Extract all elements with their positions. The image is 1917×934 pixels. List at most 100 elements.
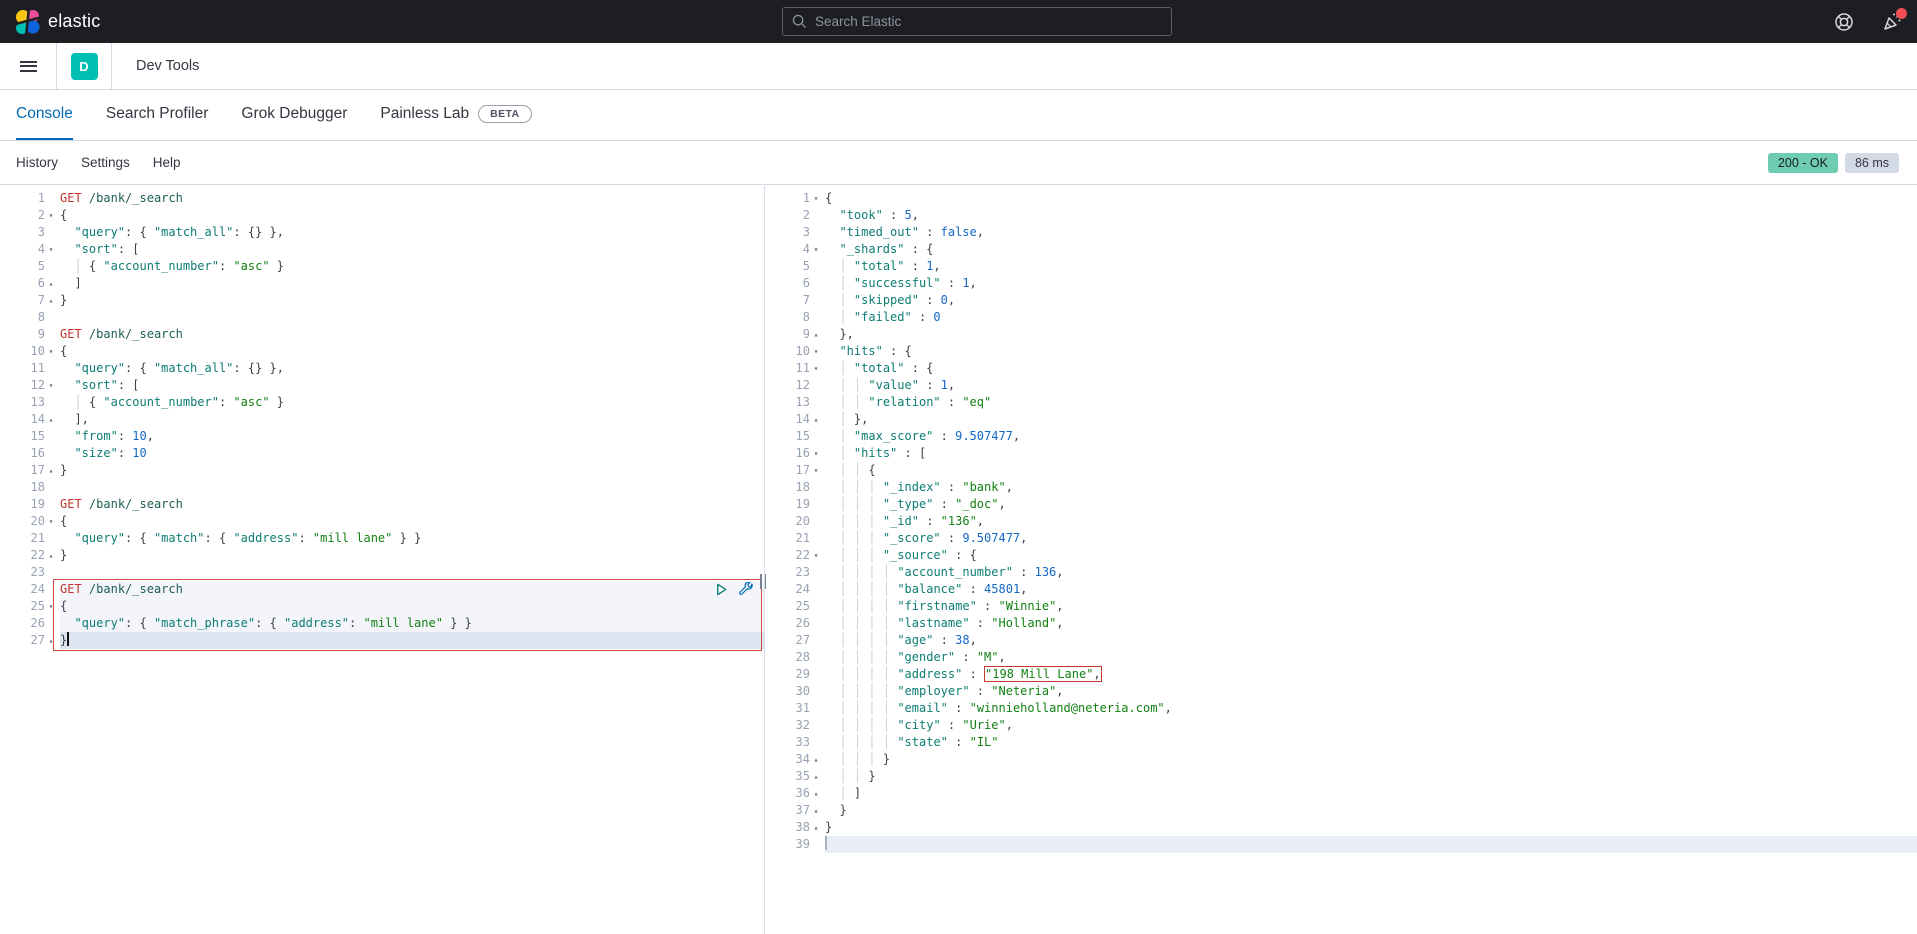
app-badge[interactable]: D	[71, 53, 98, 80]
editor-line[interactable]: 20▾{	[0, 513, 764, 530]
code-line[interactable]: }	[60, 292, 764, 309]
code-line[interactable]: {	[60, 343, 764, 360]
code-line[interactable]: │ "max_score" : 9.507477,	[825, 428, 1917, 445]
editor-line[interactable]: 2 "took" : 5,	[765, 207, 1917, 224]
fold-toggle-icon[interactable]: ▾	[810, 360, 822, 377]
editor-line[interactable]: 37▴ }	[765, 802, 1917, 819]
help-icon[interactable]	[1833, 11, 1855, 33]
editor-line[interactable]: 17▴}	[0, 462, 764, 479]
editor-line[interactable]: 15 │ "max_score" : 9.507477,	[765, 428, 1917, 445]
code-line[interactable]: │ │ │ │ "state" : "IL"	[825, 734, 1917, 751]
code-line[interactable]: │ { "account_number": "asc" }	[60, 394, 764, 411]
code-line[interactable]: }	[60, 547, 764, 564]
editor-line[interactable]: 33 │ │ │ │ "state" : "IL"	[765, 734, 1917, 751]
editor-line[interactable]: 21 "query": { "match": { "address": "mil…	[0, 530, 764, 547]
help-link[interactable]: Help	[153, 155, 181, 170]
code-line[interactable]: }	[825, 819, 1917, 836]
editor-line[interactable]: 8 │ "failed" : 0	[765, 309, 1917, 326]
editor-line[interactable]: 39	[765, 836, 1917, 853]
fold-toggle-icon[interactable]: ▴	[45, 547, 57, 564]
fold-toggle-icon[interactable]: ▾	[45, 377, 57, 394]
history-link[interactable]: History	[16, 155, 58, 170]
code-line[interactable]: │ { "account_number": "asc" }	[60, 258, 764, 275]
editor-line[interactable]: 14▴ │ },	[765, 411, 1917, 428]
wrench-icon[interactable]	[739, 582, 754, 597]
code-line[interactable]: GET /bank/_search	[60, 581, 764, 598]
editor-line[interactable]: 12 │ │ "value" : 1,	[765, 377, 1917, 394]
news-icon[interactable]	[1881, 11, 1903, 33]
code-line[interactable]: │ "failed" : 0	[825, 309, 1917, 326]
editor-line[interactable]: 38▴}	[765, 819, 1917, 836]
menu-icon[interactable]	[0, 43, 57, 89]
editor-line[interactable]: 24 │ │ │ │ "balance" : 45801,	[765, 581, 1917, 598]
elastic-logo[interactable]: elastic	[0, 9, 100, 35]
editor-line[interactable]: 1▾{	[765, 190, 1917, 207]
editor-line[interactable]: 21 │ │ │ "_score" : 9.507477,	[765, 530, 1917, 547]
code-line[interactable]: "hits" : {	[825, 343, 1917, 360]
fold-toggle-icon[interactable]: ▴	[810, 411, 822, 428]
code-line[interactable]: │ "total" : {	[825, 360, 1917, 377]
fold-toggle-icon[interactable]: ▴	[810, 768, 822, 785]
code-line[interactable]: "query": { "match_phrase": { "address": …	[60, 615, 764, 632]
fold-toggle-icon[interactable]: ▾	[810, 462, 822, 479]
code-line[interactable]: │ │ │ │ "email" : "winnieholland@neteria…	[825, 700, 1917, 717]
code-line[interactable]: │ │ │ }	[825, 751, 1917, 768]
code-line[interactable]: │ │ │ │ "address" : "198 Mill Lane",	[825, 666, 1917, 683]
editor-line[interactable]: 17▾ │ │ {	[765, 462, 1917, 479]
code-line[interactable]: │ │ │ "_index" : "bank",	[825, 479, 1917, 496]
fold-toggle-icon[interactable]: ▴	[810, 751, 822, 768]
editor-line[interactable]: 15 "from": 10,	[0, 428, 764, 445]
editor-line[interactable]: 27 │ │ │ │ "age" : 38,	[765, 632, 1917, 649]
editor-line[interactable]: 19 │ │ │ "_type" : "_doc",	[765, 496, 1917, 513]
fold-toggle-icon[interactable]: ▾	[810, 190, 822, 207]
fold-toggle-icon[interactable]: ▾	[45, 241, 57, 258]
editor-line[interactable]: 5 │ { "account_number": "asc" }	[0, 258, 764, 275]
code-line[interactable]: │ │ }	[825, 768, 1917, 785]
editor-line[interactable]: 29 │ │ │ │ "address" : "198 Mill Lane",	[765, 666, 1917, 683]
editor-line[interactable]: 10▾ "hits" : {	[765, 343, 1917, 360]
code-line[interactable]: │ │ │ │ "firstname" : "Winnie",	[825, 598, 1917, 615]
fold-toggle-icon[interactable]: ▴	[45, 632, 57, 649]
fold-toggle-icon[interactable]: ▾	[45, 513, 57, 530]
code-line[interactable]: │ "skipped" : 0,	[825, 292, 1917, 309]
editor-line[interactable]: 23	[0, 564, 764, 581]
tab-search-profiler[interactable]: Search Profiler	[106, 90, 209, 140]
code-line[interactable]: │ ]	[825, 785, 1917, 802]
editor-line[interactable]: 31 │ │ │ │ "email" : "winnieholland@nete…	[765, 700, 1917, 717]
code-line[interactable]: │ │ │ │ "city" : "Urie",	[825, 717, 1917, 734]
editor-line[interactable]: 22▴}	[0, 547, 764, 564]
editor-line[interactable]: 1GET /bank/_search	[0, 190, 764, 207]
editor-line[interactable]: 30 │ │ │ │ "employer" : "Neteria",	[765, 683, 1917, 700]
code-line[interactable]: │ │ {	[825, 462, 1917, 479]
code-line[interactable]: "query": { "match": { "address": "mill l…	[60, 530, 764, 547]
editor-line[interactable]: 16▾ │ "hits" : [	[765, 445, 1917, 462]
editor-line[interactable]: 28 │ │ │ │ "gender" : "M",	[765, 649, 1917, 666]
code-line[interactable]: │ },	[825, 411, 1917, 428]
fold-toggle-icon[interactable]: ▴	[45, 411, 57, 428]
editor-line[interactable]: 6 │ "successful" : 1,	[765, 275, 1917, 292]
code-line[interactable]	[60, 564, 764, 581]
fold-toggle-icon[interactable]: ▴	[45, 292, 57, 309]
code-line[interactable]: │ │ │ "_type" : "_doc",	[825, 496, 1917, 513]
editor-line[interactable]: 25▾{	[0, 598, 764, 615]
editor-line[interactable]: 13 │ │ "relation" : "eq"	[765, 394, 1917, 411]
fold-toggle-icon[interactable]: ▴	[45, 275, 57, 292]
code-line[interactable]: },	[825, 326, 1917, 343]
code-line[interactable]: "timed_out" : false,	[825, 224, 1917, 241]
editor-line[interactable]: 18	[0, 479, 764, 496]
code-line[interactable]: }	[60, 632, 764, 649]
fold-toggle-icon[interactable]: ▴	[810, 326, 822, 343]
editor-line[interactable]: 34▴ │ │ │ }	[765, 751, 1917, 768]
code-line[interactable]: │ │ "relation" : "eq"	[825, 394, 1917, 411]
code-line[interactable]: GET /bank/_search	[60, 496, 764, 513]
editor-line[interactable]: 4▾ "_shards" : {	[765, 241, 1917, 258]
editor-line[interactable]: 24GET /bank/_search	[0, 581, 764, 598]
editor-line[interactable]: 3 "query": { "match_all": {} },	[0, 224, 764, 241]
code-line[interactable]: │ │ │ │ "age" : 38,	[825, 632, 1917, 649]
code-line[interactable]: {	[60, 207, 764, 224]
code-line[interactable]: │ │ │ "_source" : {	[825, 547, 1917, 564]
code-line[interactable]: "query": { "match_all": {} },	[60, 360, 764, 377]
fold-toggle-icon[interactable]: ▾	[45, 343, 57, 360]
editor-line[interactable]: 27▴}	[0, 632, 764, 649]
tab-console[interactable]: Console	[16, 90, 73, 140]
